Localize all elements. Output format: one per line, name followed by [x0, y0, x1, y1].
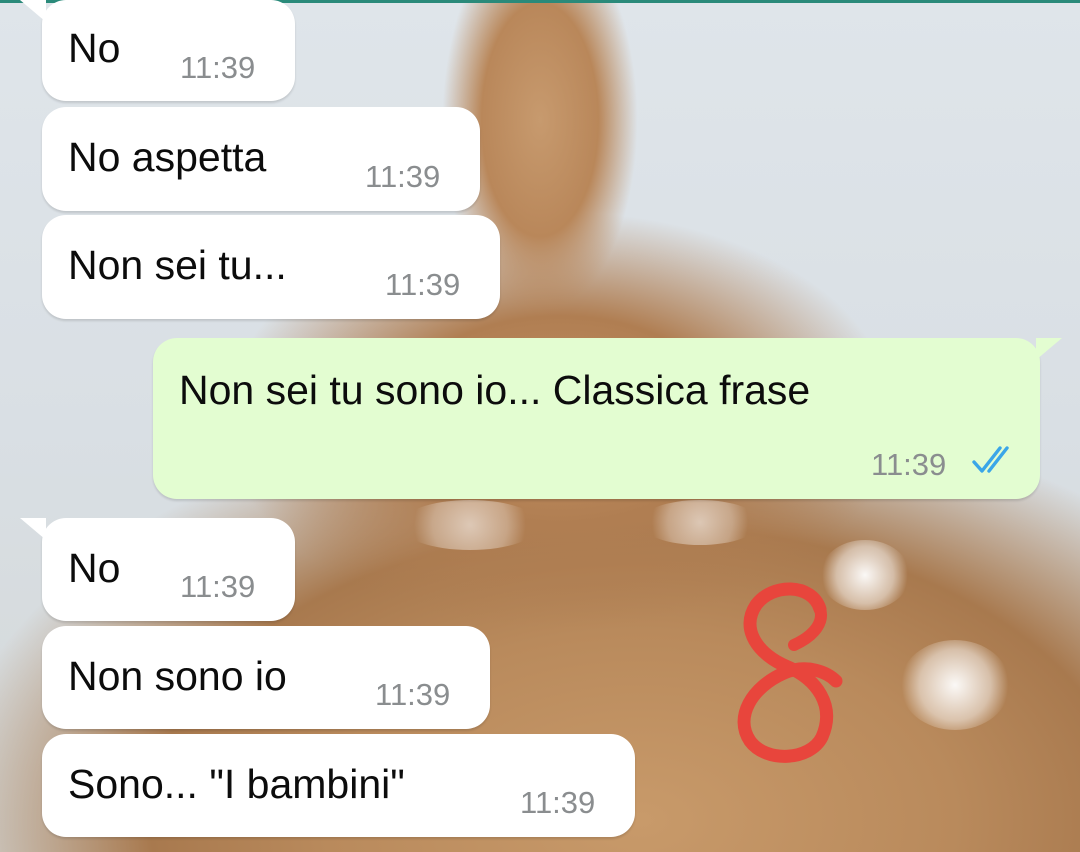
- message-text: No: [68, 545, 121, 591]
- message-time: 11:39: [871, 447, 947, 482]
- message-time: 11:39: [385, 267, 461, 302]
- incoming-message-bubble[interactable]: Non sono io 11:39: [42, 626, 490, 729]
- incoming-message-bubble[interactable]: No 11:39: [20, 0, 295, 101]
- incoming-message-bubble[interactable]: No 11:39: [20, 518, 295, 621]
- message-time: 11:39: [365, 159, 441, 194]
- message-time: 11:39: [375, 677, 451, 712]
- bubble-tail: [1036, 338, 1062, 360]
- message-time: 11:39: [180, 569, 256, 604]
- message-text: No aspetta: [68, 134, 267, 180]
- handwritten-8-icon: [737, 582, 843, 763]
- message-text: Non sei tu...: [68, 242, 287, 288]
- message-text: Non sei tu sono io... Classica frase: [179, 367, 811, 413]
- outgoing-message-bubble[interactable]: Non sei tu sono io... Classica frase 11:…: [153, 338, 1062, 499]
- message-time: 11:39: [520, 785, 596, 820]
- incoming-message-bubble[interactable]: Non sei tu... 11:39: [42, 215, 500, 319]
- message-text: Non sono io: [68, 653, 287, 699]
- wallpaper-snow-speck: [640, 500, 760, 545]
- wallpaper-snow-speck: [400, 500, 540, 550]
- incoming-message-bubble[interactable]: No aspetta 11:39: [42, 107, 480, 211]
- message-time: 11:39: [180, 50, 256, 85]
- double-check-icon: [972, 446, 1009, 473]
- bubble-tail: [20, 518, 46, 540]
- message-text: No: [68, 25, 121, 71]
- bubble-tail: [20, 0, 46, 22]
- incoming-message-bubble[interactable]: Sono... "I bambini" 11:39: [42, 734, 635, 837]
- message-text: Sono... "I bambini": [68, 761, 405, 807]
- wallpaper-snow-speck: [900, 640, 1010, 730]
